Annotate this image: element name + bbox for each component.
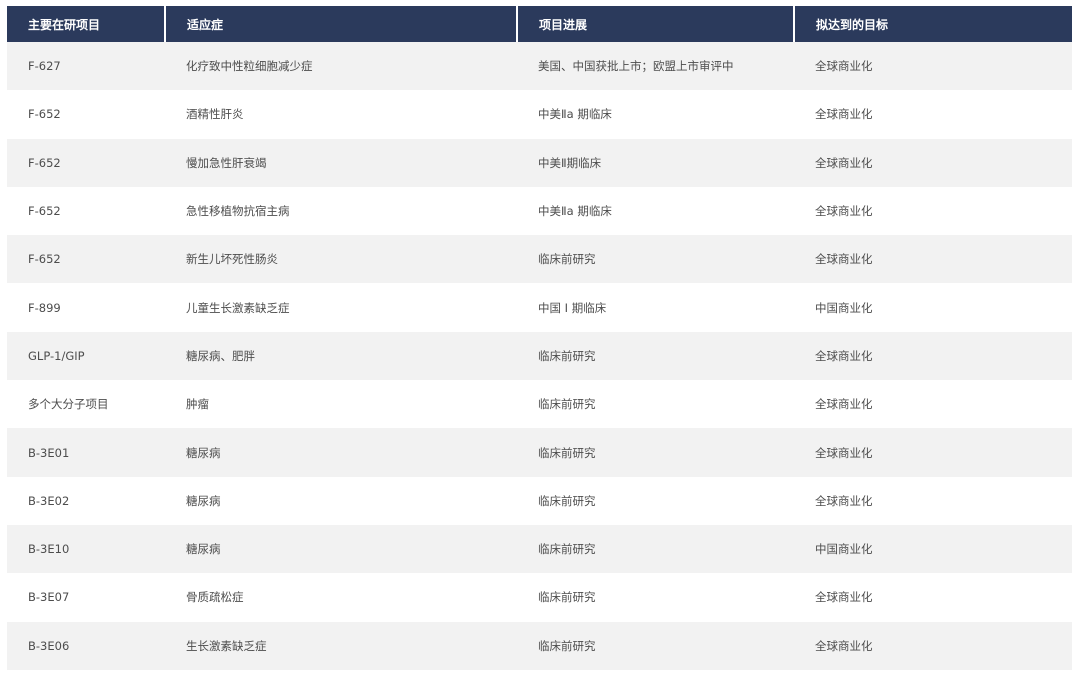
cell-indication: 糖尿病: [165, 476, 517, 525]
cell-indication: 化疗致中性粒细胞减少症: [165, 42, 517, 91]
cell-project: B-3E10: [7, 524, 165, 574]
cell-target: 全球商业化: [794, 331, 1072, 381]
cell-indication: 急性移植物抗宿主病: [165, 186, 517, 236]
table-row: B-3E07 骨质疏松症 临床前研究 全球商业化: [7, 573, 1072, 622]
table-row: B-3E02 糖尿病 临床前研究 全球商业化: [7, 476, 1072, 525]
pipeline-table: 主要在研项目 适应症 项目进展 拟达到的目标 F-627 化疗致中性粒细胞减少症美…: [7, 6, 1072, 670]
table-body: F-627 化疗致中性粒细胞减少症 美国、中国获批上市；欧盟上市审评中 全球商业化 F-…: [7, 42, 1072, 670]
cell-target: 全球商业化: [794, 90, 1072, 139]
table-row: F-899 儿童生长激素缺乏症 中国 I 期临床 中国商业化: [7, 283, 1072, 332]
cell-progress: 中美Ⅱa 期临床: [517, 186, 794, 236]
header-progress: 项目进展: [517, 6, 795, 42]
cell-indication: 生长激素缺乏症: [165, 621, 517, 670]
cell-progress: 临床前研究: [517, 621, 794, 670]
cell-target: 全球商业化: [794, 42, 1072, 91]
cell-project: 多个大分子项目: [7, 380, 165, 429]
cell-project: B-3E07: [7, 573, 165, 622]
table-row: B-3E01 糖尿病 临床前研究 全球商业化: [7, 428, 1072, 477]
cell-indication: 糖尿病: [165, 524, 517, 574]
cell-project: F-899: [7, 283, 165, 332]
cell-target: 全球商业化: [794, 235, 1072, 284]
table-row: GLP-1/GIP 糖尿病、肥胖 临床前研究 全球商业化: [7, 331, 1072, 381]
cell-project: B-3E02: [7, 476, 165, 525]
cell-target: 全球商业化: [794, 138, 1072, 187]
cell-progress: 中美Ⅱa 期临床: [517, 90, 794, 139]
cell-indication: 糖尿病: [165, 428, 517, 477]
cell-target: 全球商业化: [794, 428, 1072, 477]
table-row: F-652 酒精性肝炎 中美Ⅱa 期临床 全球商业化: [7, 90, 1072, 139]
table-row: B-3E06 生长激素缺乏症 临床前研究 全球商业化: [7, 621, 1072, 670]
cell-progress: 临床前研究: [517, 331, 794, 381]
table-row: F-652 急性移植物抗宿主病 中美Ⅱa 期临床 全球商业化: [7, 186, 1072, 236]
cell-progress: 临床前研究: [517, 380, 794, 429]
cell-project: F-652: [7, 235, 165, 284]
cell-project: F-652: [7, 186, 165, 236]
table-row: 多个大分子项目 肿瘤 临床前研究 全球商业化: [7, 380, 1072, 429]
cell-progress: 临床前研究: [517, 235, 794, 284]
cell-indication: 糖尿病、肥胖: [165, 331, 517, 381]
cell-target: 全球商业化: [794, 476, 1072, 525]
cell-project: F-652: [7, 138, 165, 187]
header-target: 拟达到的目标: [794, 6, 1072, 42]
cell-progress: 临床前研究: [517, 573, 794, 622]
cell-indication: 肿瘤: [165, 380, 517, 429]
cell-target: 中国商业化: [794, 524, 1072, 574]
table-header: 主要在研项目 适应症 项目进展 拟达到的目标: [7, 6, 1072, 42]
cell-target: 全球商业化: [794, 573, 1072, 622]
cell-target: 全球商业化: [794, 186, 1072, 236]
table-row: F-652 新生儿坏死性肠炎 临床前研究 全球商业化: [7, 235, 1072, 284]
cell-progress: 美国、中国获批上市；欧盟上市审评中: [517, 42, 794, 91]
cell-indication: 慢加急性肝衰竭: [165, 138, 517, 187]
table-row: B-3E10 糖尿病 临床前研究 中国商业化: [7, 524, 1072, 574]
table-row: F-652 慢加急性肝衰竭 中美Ⅱ期临床 全球商业化: [7, 138, 1072, 187]
cell-project: B-3E01: [7, 428, 165, 477]
header-indication: 适应症: [165, 6, 518, 42]
cell-target: 全球商业化: [794, 621, 1072, 670]
cell-progress: 中美Ⅱ期临床: [517, 138, 794, 187]
cell-indication: 骨质疏松症: [165, 573, 517, 622]
cell-indication: 酒精性肝炎: [165, 90, 517, 139]
cell-project: F-627: [7, 42, 165, 91]
cell-target: 中国商业化: [794, 283, 1072, 332]
cell-progress: 临床前研究: [517, 428, 794, 477]
cell-target: 全球商业化: [794, 380, 1072, 429]
cell-project: F-652: [7, 90, 165, 139]
table-row: F-627 化疗致中性粒细胞减少症 美国、中国获批上市；欧盟上市审评中 全球商业化: [7, 42, 1072, 91]
header-row: 主要在研项目 适应症 项目进展 拟达到的目标: [7, 6, 1072, 42]
cell-progress: 中国 I 期临床: [517, 283, 794, 332]
cell-progress: 临床前研究: [517, 476, 794, 525]
cell-project: B-3E06: [7, 621, 165, 670]
cell-indication: 儿童生长激素缺乏症: [165, 283, 517, 332]
cell-indication: 新生儿坏死性肠炎: [165, 235, 517, 284]
cell-progress: 临床前研究: [517, 524, 794, 574]
cell-project: GLP-1/GIP: [7, 331, 165, 381]
header-project: 主要在研项目: [7, 6, 166, 42]
